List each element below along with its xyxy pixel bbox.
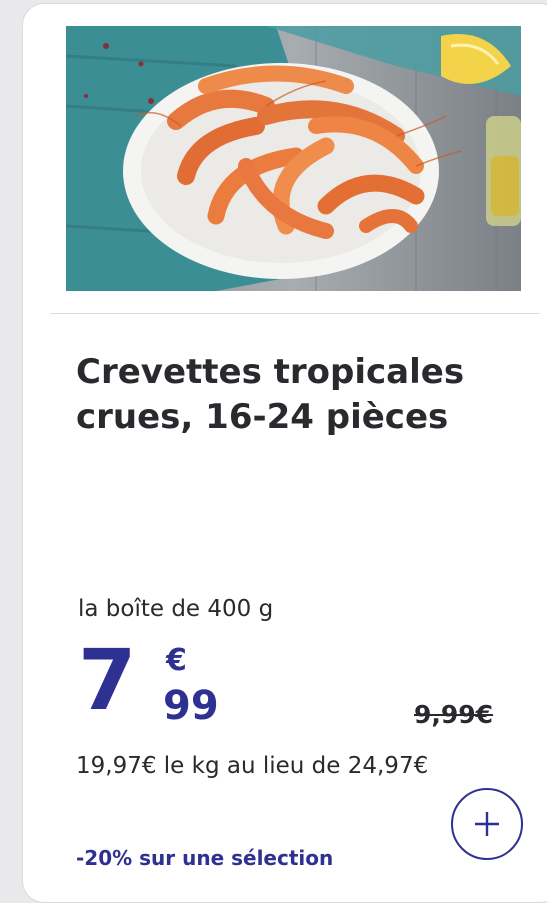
- price-cents: 99: [163, 683, 219, 729]
- price-currency: €: [166, 643, 187, 678]
- price-per-kg: 19,97€ le kg au lieu de 24,97€: [76, 753, 429, 779]
- promo-label[interactable]: -20% sur une sélection: [76, 846, 333, 870]
- product-image: [66, 26, 521, 291]
- product-title: Crevettes tropicales crues, 16-24 pièces: [76, 352, 465, 437]
- product-unit: la boîte de 400 g: [78, 596, 274, 622]
- price-integer: 7: [78, 631, 136, 729]
- old-price: 9,99€: [414, 700, 494, 729]
- divider: [50, 313, 540, 314]
- add-to-cart-button[interactable]: [451, 788, 523, 860]
- plus-icon: [475, 812, 499, 836]
